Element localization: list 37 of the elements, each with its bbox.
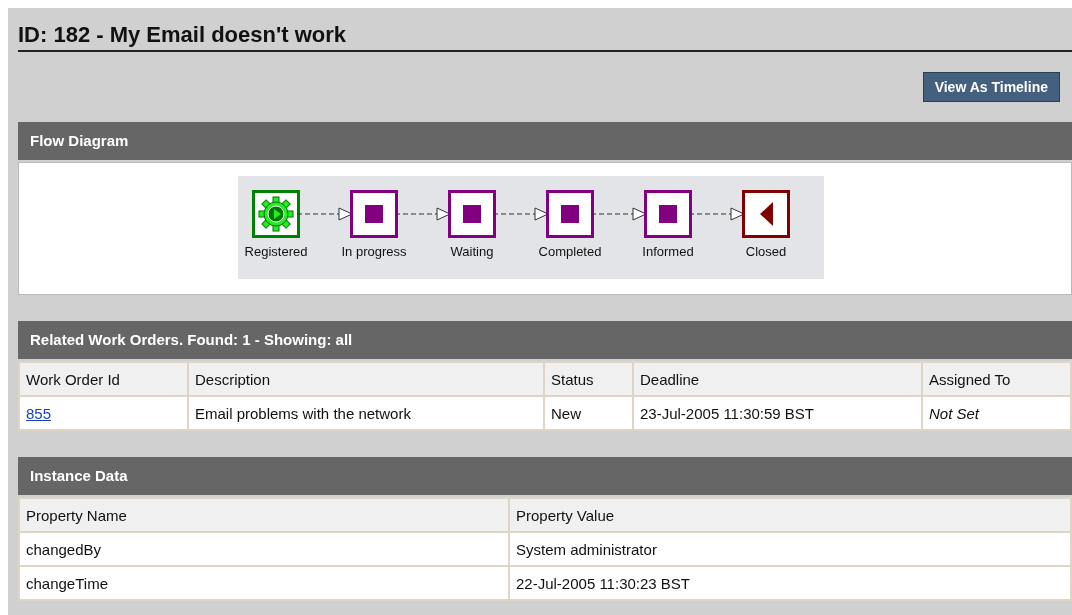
gear-icon[interactable]	[252, 190, 300, 238]
node-label: Registered	[244, 244, 308, 259]
node-label: Closed	[745, 244, 787, 259]
table-cell: 23-Jul-2005 11:30:59 BST	[633, 396, 922, 430]
view-as-timeline-button[interactable]: View As Timeline	[922, 72, 1060, 102]
square-icon[interactable]	[448, 190, 496, 238]
column-header: Deadline	[633, 362, 922, 396]
table-cell: Not Set	[922, 396, 1071, 430]
table-cell: New	[544, 396, 633, 430]
square-icon[interactable]	[644, 190, 692, 238]
node-label: Waiting	[450, 244, 494, 259]
column-header: Assigned To	[922, 362, 1071, 396]
square-icon[interactable]	[350, 190, 398, 238]
table-cell: changeTime	[19, 566, 509, 600]
node-label: Completed	[538, 244, 602, 259]
page-title: ID: 182 - My Email doesn't work	[18, 20, 1072, 52]
table-cell: changedBy	[19, 532, 509, 566]
section-header: Instance Data	[18, 457, 1072, 495]
column-header: Description	[188, 362, 544, 396]
column-header: Work Order Id	[19, 362, 188, 396]
column-header: Property Value	[509, 498, 1071, 532]
node-label: Informed	[642, 244, 694, 259]
section-header: Related Work Orders. Found: 1 - Showing: all	[18, 321, 1072, 359]
square-icon[interactable]	[546, 190, 594, 238]
section-header: Flow Diagram	[18, 122, 1072, 160]
node-label: In progress	[341, 244, 407, 259]
connector-arrow	[395, 207, 451, 221]
connector-arrow	[591, 207, 647, 221]
table-cell: System administrator	[509, 532, 1071, 566]
column-header: Status	[544, 362, 633, 396]
table-cell: Email problems with the network	[188, 396, 544, 430]
work-order-link[interactable]: 855	[26, 404, 52, 422]
connector-arrow	[493, 207, 549, 221]
connector-arrow	[689, 207, 745, 221]
column-header: Property Name	[19, 498, 509, 532]
table-cell: 22-Jul-2005 11:30:23 BST	[509, 566, 1071, 600]
connector-arrow	[297, 207, 353, 221]
